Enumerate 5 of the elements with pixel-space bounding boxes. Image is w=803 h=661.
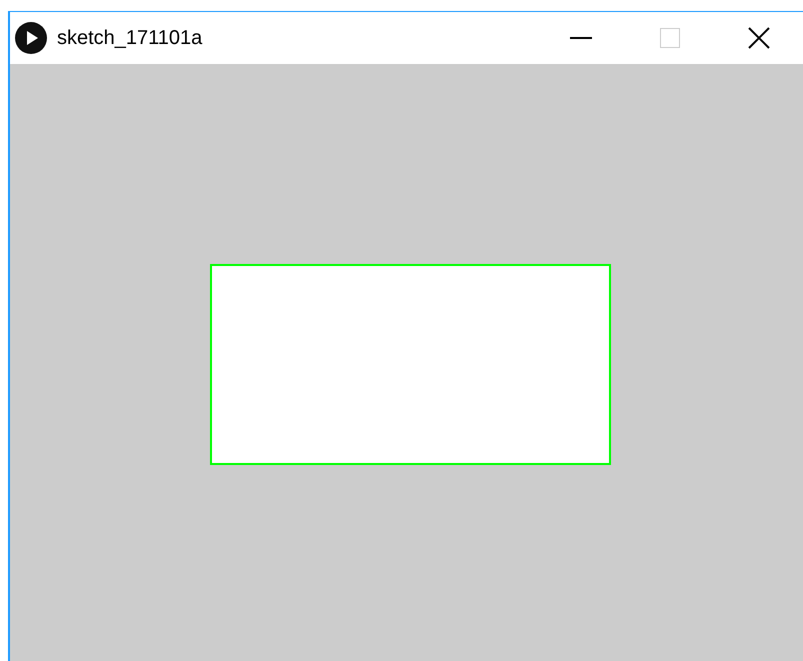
maximize-icon [660, 28, 680, 48]
close-icon [748, 27, 770, 49]
window-title: sketch_171101a [57, 26, 202, 51]
minimize-icon [570, 37, 592, 39]
play-logo-icon [15, 22, 47, 54]
